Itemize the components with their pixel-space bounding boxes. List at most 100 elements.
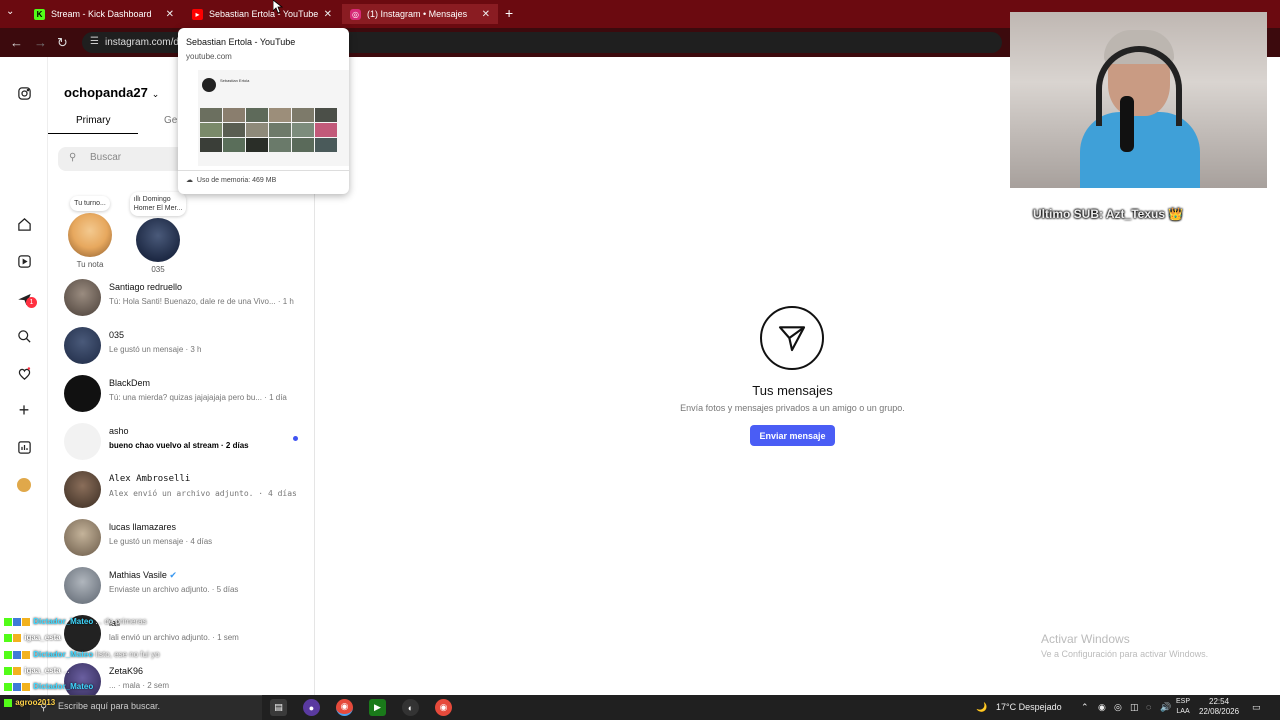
send-message-icon — [760, 306, 824, 370]
create-plus-icon[interactable]: + — [16, 400, 32, 420]
instagram-logo-icon[interactable] — [16, 85, 32, 101]
notes-row: Tu turno... Tu nota ıllı Domingo Homer El… — [58, 192, 308, 274]
chat-username: Dictador_Mateo — [33, 682, 94, 691]
wifi-icon[interactable]: ◌ — [1146, 702, 1151, 712]
close-tab-icon[interactable]: ✕ — [324, 9, 332, 20]
note-line: ıllı Domingo — [133, 196, 171, 203]
thumbnail-grid — [200, 108, 337, 152]
new-tab-button[interactable]: + — [505, 5, 513, 21]
chrome-icon[interactable]: ◉ — [336, 699, 353, 716]
obs-icon[interactable]: ● — [303, 699, 320, 716]
chevron-down-icon: ⌄ — [151, 89, 160, 99]
chrome-icon[interactable]: ◉ — [435, 699, 452, 716]
close-tab-icon[interactable]: ✕ — [166, 9, 174, 20]
verified-badge-icon: ✔ — [169, 570, 177, 580]
gift-badge-icon — [22, 682, 30, 691]
divider — [178, 170, 349, 171]
chat-username: Dictador_Mateo — [33, 650, 94, 659]
search-icon[interactable] — [16, 328, 32, 344]
channel-name: Sebastian Ertola — [220, 78, 250, 83]
tab-search-icon[interactable]: ⌄ — [6, 6, 14, 17]
tab-general[interactable]: General — [164, 115, 178, 126]
sub-badge-icon — [13, 682, 21, 691]
avatar — [64, 327, 101, 364]
avatar — [68, 213, 112, 257]
youtube-icon: ▸ — [192, 8, 203, 20]
conversation-item[interactable]: 035 Le gustó un mensaje · 3 h — [64, 327, 304, 371]
chat-text: ... — [62, 666, 70, 675]
conversation-item[interactable]: Santiago redruello Tú: Hola Santi! Buena… — [64, 279, 304, 323]
kick-badge-icon — [4, 682, 12, 691]
notifications-heart-icon[interactable] — [16, 365, 32, 381]
conversation-item[interactable]: asho bueno chao vuelvo al stream · 2 día… — [64, 423, 304, 467]
tab-title: Sebastian Ertola - YouTube — [209, 9, 319, 19]
conversation-preview: Le gustó un mensaje · 3 h — [109, 345, 202, 354]
tab-kick-dashboard[interactable]: K Stream - Kick Dashboard ✕ — [26, 4, 182, 24]
note-bubble: ıllı Domingo Homer El Mer... — [129, 192, 187, 216]
volume-icon[interactable]: 🔊 — [1160, 702, 1171, 713]
tab-title: (1) Instagram • Mensajes — [367, 9, 468, 19]
conversation-name: 035 — [109, 330, 125, 340]
gift-badge-icon — [22, 650, 30, 659]
conversation-item[interactable]: Mathias Vasile ✔ Enviaste un archivo adj… — [64, 567, 304, 611]
dashboard-chart-icon[interactable] — [16, 439, 32, 455]
note-caption: 035 — [151, 265, 165, 274]
reload-icon[interactable]: ↻ — [57, 35, 68, 51]
clock-time: 22:54 — [1209, 697, 1230, 706]
app-icon[interactable]: ◐ — [402, 699, 419, 716]
channel-avatar — [202, 78, 216, 92]
chat-text: ... de primeras — [95, 617, 147, 626]
task-view-icon[interactable]: ▤ — [270, 699, 287, 716]
chat-message: Dictador_Mateo listo, ese no fui yo — [4, 650, 160, 659]
gift-badge-icon — [13, 633, 21, 642]
conversation-name: ZetaK96 — [109, 666, 144, 676]
conversation-item[interactable]: ZetaK96 ... · mala · 2 sem — [64, 663, 304, 695]
last-sub-banner: Ultimo SUB: Azt_Texus 👑 — [1033, 207, 1184, 221]
kick-badge-icon — [4, 666, 12, 675]
memory-icon: ☁ — [186, 177, 193, 184]
site-info-icon[interactable]: ☰ — [90, 36, 99, 47]
forward-arrow-icon[interactable]: → — [34, 35, 47, 50]
tab-instagram[interactable]: ◎ (1) Instagram • Mensajes ✕ — [342, 4, 498, 24]
tray-app-icon[interactable]: ◉ — [1098, 702, 1106, 713]
conversation-preview: ... · mala · 2 sem — [109, 681, 170, 690]
conversation-item[interactable]: Alex Ambroselli Alex envió un archivo ad… — [64, 471, 304, 515]
kick-badge-icon — [4, 650, 12, 659]
memory-text: Uso de memoria: 469 MB — [196, 177, 277, 184]
weather-icon[interactable]: 🌙 — [976, 702, 987, 713]
conversation-item[interactable]: lucas llamazares Le gustó un mensaje · 4… — [64, 519, 304, 563]
kick-badge-icon — [4, 617, 12, 626]
close-tab-icon[interactable]: ✕ — [482, 9, 490, 20]
taskbar-search-input[interactable] — [58, 701, 248, 711]
my-note[interactable]: Tu turno... Tu nota — [60, 192, 120, 269]
tab-youtube[interactable]: ▸ Sebastian Ertola - YouTube ✕ — [184, 4, 340, 24]
chat-text: listo, ese no fui yo — [95, 650, 160, 659]
conversation-item[interactable]: BlackDem Tú: una mierda? quizas jajajaja… — [64, 375, 304, 419]
send-message-button[interactable]: Enviar mensaje — [750, 425, 835, 446]
home-icon[interactable] — [16, 216, 32, 232]
profile-avatar-icon[interactable] — [16, 477, 32, 493]
tray-app-icon[interactable]: ◎ — [1114, 702, 1122, 713]
chat-username: agroo2013 — [15, 698, 56, 707]
tab-primary[interactable]: Primary — [76, 115, 110, 126]
kick-app-icon[interactable]: ▶ — [369, 699, 386, 716]
network-icon[interactable]: ◫ — [1130, 702, 1139, 713]
instagram-nav-rail: 1 + — [0, 57, 48, 695]
back-arrow-icon[interactable]: ← — [10, 35, 23, 50]
account-switcher[interactable]: ochopanda27 ⌄ — [64, 85, 159, 100]
page-thumbnail: Sebastian Ertola — [198, 70, 349, 166]
tray-chevron-icon[interactable]: ⌃ — [1081, 702, 1089, 713]
windows-taskbar: ⚲ ▤ ● ◉ ▶ ◐ ◉ 🌙 17°C Despejado ⌃ ◉ ◎ ◫ ◌… — [0, 695, 1280, 720]
note-line: Homer El Mer... — [133, 205, 183, 212]
taskbar-clock[interactable]: 22:54 22/08/2026 — [1199, 697, 1239, 717]
conversation-name-text: Mathias Vasile — [109, 570, 167, 580]
notifications-icon[interactable]: ▭ — [1252, 702, 1261, 713]
input-language[interactable]: ESP LAA — [1176, 697, 1190, 717]
hovercard-title: Sebastian Ertola - YouTube — [186, 37, 296, 47]
active-tab-underline — [48, 133, 138, 134]
gift-badge-icon — [13, 666, 21, 675]
friend-note[interactable]: ıllı Domingo Homer El Mer... 035 — [128, 192, 188, 274]
weather-text[interactable]: 17°C Despejado — [996, 702, 1062, 712]
activate-windows-title: Activar Windows — [1041, 632, 1130, 646]
reels-icon[interactable] — [16, 253, 32, 269]
